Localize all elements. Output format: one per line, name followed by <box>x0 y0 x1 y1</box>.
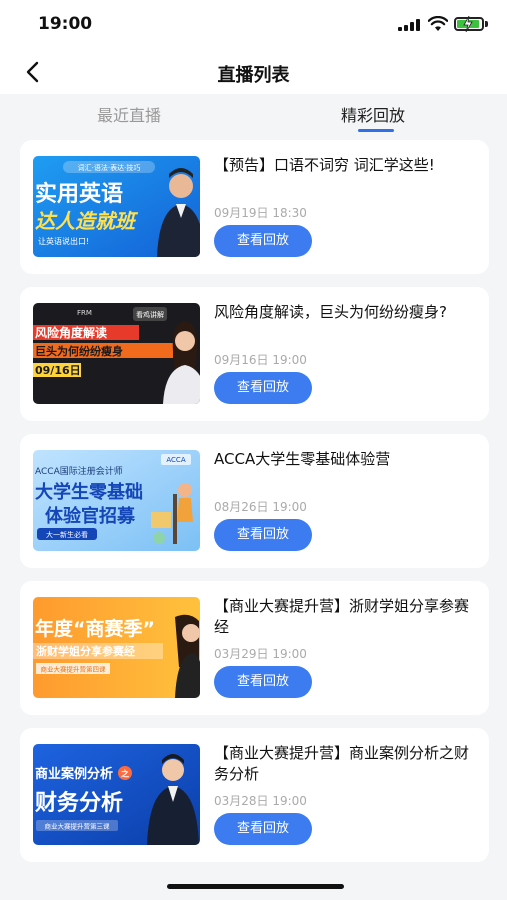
thumb-line1: 风险角度解读 <box>35 325 107 340</box>
view-replay-button[interactable]: 查看回放 <box>214 225 312 257</box>
item-title: 【商业大赛提升营】商业案例分析之财务分析 <box>214 744 470 783</box>
view-replay-button[interactable]: 查看回放 <box>214 813 312 845</box>
signal-icon <box>398 19 420 31</box>
wifi-icon <box>428 16 448 31</box>
thumbnail-image: 商业案例分析 之 财务分析 商业大赛提升营第三课 <box>33 744 200 845</box>
thumb-line2: 体验官招募 <box>45 505 136 527</box>
thumbnail-image: 年度“商赛季” 浙财学姐分享参赛经 商业大赛提升营第四课 <box>33 597 200 698</box>
thumb-line2: 浙财学姐分享参赛经 <box>36 644 135 658</box>
tab-replay[interactable]: 精彩回放 <box>341 102 405 126</box>
nav-bar: 直播列表 <box>0 50 507 94</box>
tab-recent-live[interactable]: 最近直播 <box>97 102 161 126</box>
presenter-figure <box>175 614 200 698</box>
list-item[interactable]: 商业案例分析 之 财务分析 商业大赛提升营第三课 【商业大赛提升营】商业案例分析… <box>20 728 489 862</box>
tab-bar: 最近直播 精彩回放 <box>0 94 507 136</box>
thumbnail-image: 词汇·语法·表达·技巧 实用英语 达人造就班 让英语说出口! <box>33 156 200 257</box>
list-item[interactable]: FRM 风险角度解读 巨头为何纷纷瘦身 09/16日 看鸡讲解 风险角度解读，巨… <box>20 287 489 421</box>
list-item[interactable]: ACCA国际注册会计师 大学生零基础 体验官招募 大一新生必看 ACCA ACC… <box>20 434 489 568</box>
item-time: 09月16日 19:00 <box>214 353 307 367</box>
thumbnail-image: ACCA国际注册会计师 大学生零基础 体验官招募 大一新生必看 ACCA <box>33 450 200 551</box>
item-time: 09月19日 18:30 <box>214 206 307 220</box>
thumb-tag: 词汇·语法·表达·技巧 <box>78 163 141 172</box>
view-replay-button[interactable]: 查看回放 <box>214 519 312 551</box>
thumb-line2: 财务分析 <box>35 791 123 816</box>
item-title: 【预告】口语不词穷 词汇学这些! <box>214 156 435 174</box>
item-time: 03月29日 19:00 <box>214 647 307 661</box>
item-time: 08月26日 19:00 <box>214 500 307 514</box>
thumb-tag: ACCA <box>166 456 185 464</box>
list-item[interactable]: 年度“商赛季” 浙财学姐分享参赛经 商业大赛提升营第四课 【商业大赛提升营】浙财… <box>20 581 489 715</box>
active-tab-indicator <box>358 129 394 132</box>
item-title: 风险角度解读，巨头为何纷纷瘦身? <box>214 303 447 321</box>
thumb-line1: 年度“商赛季” <box>35 617 155 640</box>
thumb-line1: 大学生零基础 <box>35 481 143 503</box>
thumb-badge: 看鸡讲解 <box>136 310 164 319</box>
view-replay-button[interactable]: 查看回放 <box>214 666 312 698</box>
thumb-sub: 让英语说出口! <box>38 236 89 246</box>
home-indicator[interactable] <box>167 884 344 889</box>
list-item[interactable]: 词汇·语法·表达·技巧 实用英语 达人造就班 让英语说出口! 【预告】口语不词穷… <box>20 140 489 274</box>
thumb-badge: 之 <box>121 769 129 779</box>
page-title: 直播列表 <box>217 65 290 86</box>
item-title: 【商业大赛提升营】浙财学姐分享参赛经 <box>214 597 470 636</box>
item-time: 03月28日 19:00 <box>214 794 307 808</box>
thumb-sub: 商业大赛提升营第四课 <box>41 665 107 674</box>
thumb-top: ACCA国际注册会计师 <box>35 465 123 477</box>
item-title: ACCA大学生零基础体验营 <box>214 450 391 468</box>
replay-list: 词汇·语法·表达·技巧 实用英语 达人造就班 让英语说出口! 【预告】口语不词穷… <box>20 140 489 875</box>
thumbnail-image: FRM 风险角度解读 巨头为何纷纷瘦身 09/16日 看鸡讲解 <box>33 303 200 404</box>
thumb-line2: 巨头为何纷纷瘦身 <box>35 344 123 358</box>
thumb-brand: FRM <box>77 309 92 317</box>
thumb-sub: 大一新生必看 <box>46 530 88 539</box>
thumb-line1: 实用英语 <box>35 181 123 207</box>
thumb-line1: 商业案例分析 <box>35 766 113 782</box>
charging-icon <box>463 16 473 32</box>
thumb-date: 09/16日 <box>35 364 81 377</box>
status-time: 19:00 <box>38 14 93 34</box>
thumb-line2: 达人造就班 <box>35 209 139 233</box>
thumb-sub: 商业大赛提升营第三课 <box>45 822 111 831</box>
status-bar: 19:00 <box>0 0 507 50</box>
view-replay-button[interactable]: 查看回放 <box>214 372 312 404</box>
